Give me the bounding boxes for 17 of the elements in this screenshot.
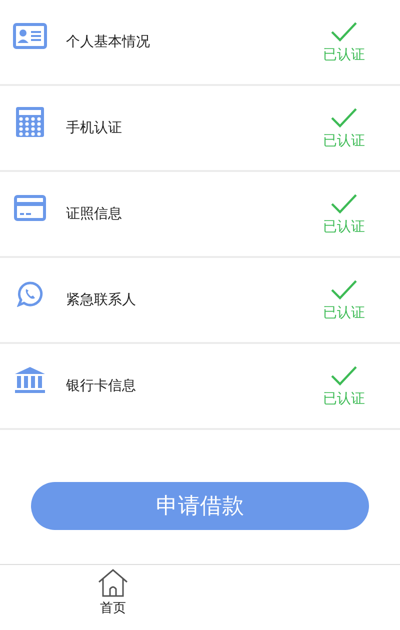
home-icon [98,569,128,597]
item-label[interactable]: 证照信息 [66,205,314,223]
card-icon [14,195,46,221]
status-text: 已认证 [323,218,365,236]
status-text: 已认证 [323,304,365,322]
status-text: 已认证 [323,132,365,150]
phone-chat-icon [17,281,43,307]
home-tab[interactable]: 首页 [98,569,128,617]
id-card-icon [13,23,47,49]
item-label[interactable]: 银行卡信息 [66,377,314,395]
status-text: 已认证 [323,46,365,64]
status-text: 已认证 [323,390,365,408]
item-label[interactable]: 个人基本情况 [66,33,314,51]
calculator-icon [16,107,44,137]
bank-icon [14,366,46,394]
item-label[interactable]: 紧急联系人 [66,291,314,309]
item-label[interactable]: 手机认证 [66,119,314,137]
